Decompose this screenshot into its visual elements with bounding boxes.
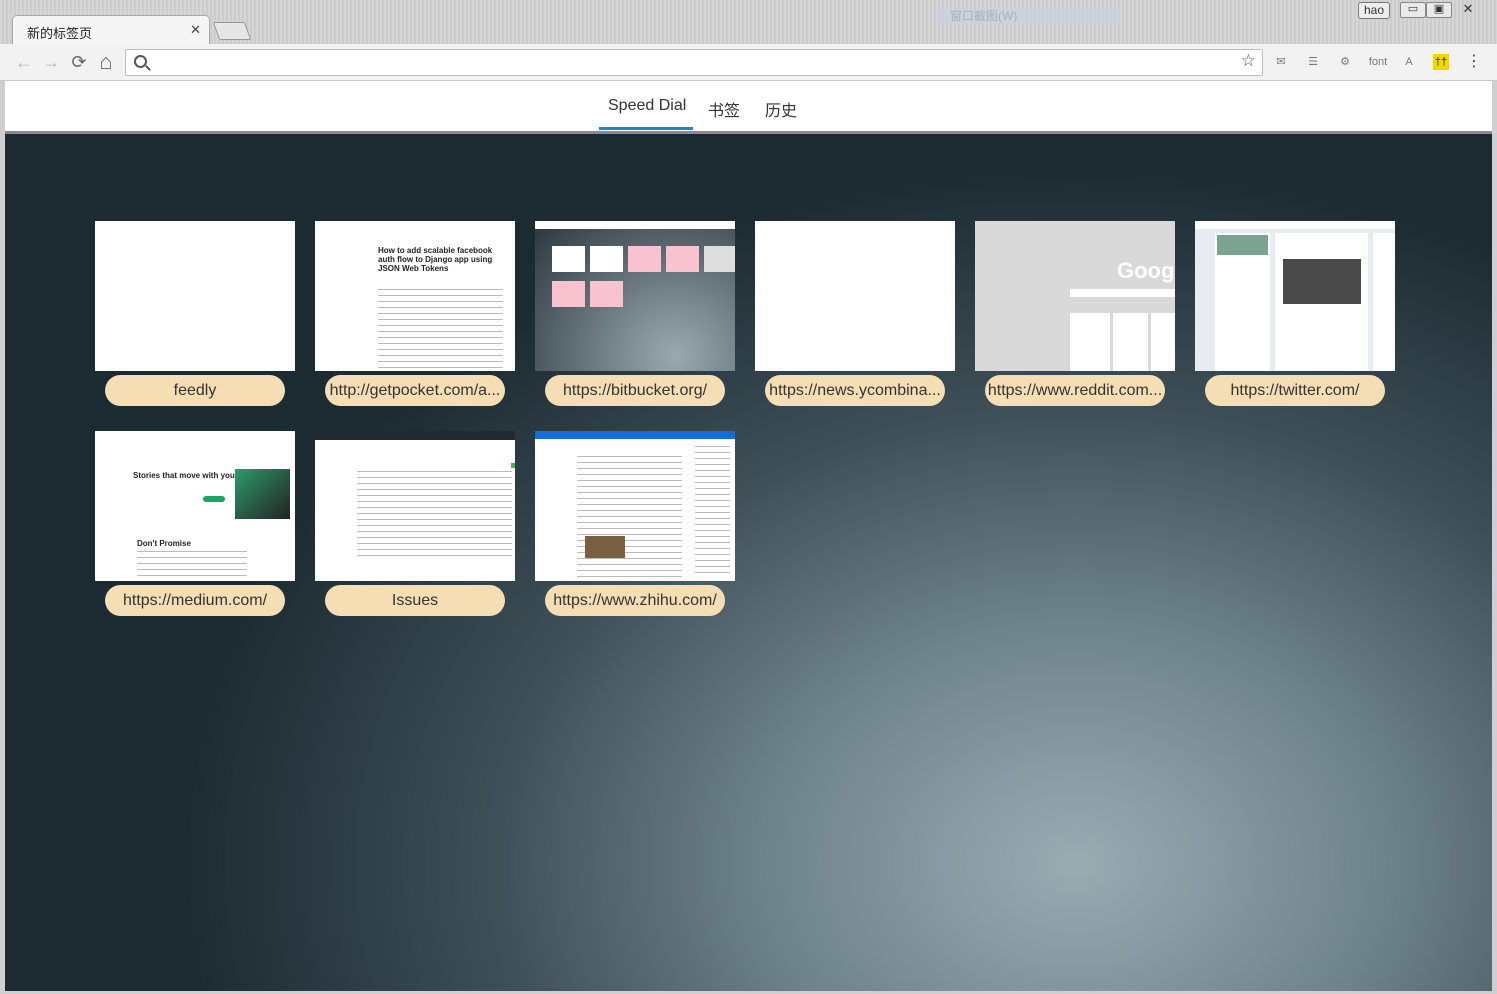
thumb-photo xyxy=(1283,259,1361,304)
address-bar[interactable]: ☆ xyxy=(125,49,1263,76)
search-icon xyxy=(134,55,147,68)
extension-mail-icon[interactable]: ✉ xyxy=(1273,54,1289,70)
new-tab-button[interactable] xyxy=(212,22,252,40)
thumb-google-logo: Googl xyxy=(1117,258,1175,283)
thumb-header xyxy=(315,431,515,440)
browser-tab[interactable]: 新的标签页 ✕ xyxy=(12,15,210,45)
dial-thumbnail[interactable]: How to add scalable facebook auth flow t… xyxy=(315,221,515,371)
dial-label[interactable]: https://twitter.com/ xyxy=(1205,375,1385,406)
dial-thumbnail[interactable] xyxy=(755,221,955,371)
thumb-issue-rows xyxy=(357,471,512,556)
thumb-header xyxy=(1195,221,1395,229)
thumb-text-lines xyxy=(137,551,247,581)
tab-title: 新的标签页 xyxy=(27,26,93,41)
browser-toolbar: ← → ⟳ ⌂ ☆ ✉ ☰ ⚙ font A †† ⋮ xyxy=(0,44,1497,81)
thumb-card xyxy=(1113,313,1148,371)
dial-thumbnail[interactable] xyxy=(535,431,735,581)
thumb-tile xyxy=(590,281,623,307)
dial-label[interactable]: Issues xyxy=(325,585,505,616)
dial-label[interactable]: https://news.ycombina... xyxy=(765,375,945,406)
tab-close-icon[interactable]: ✕ xyxy=(190,22,201,38)
bookmark-star-icon[interactable]: ☆ xyxy=(1241,51,1256,71)
dial-label[interactable]: https://medium.com/ xyxy=(105,585,285,616)
dial-label[interactable]: http://getpocket.com/a... xyxy=(325,375,505,406)
thumb-tile xyxy=(666,246,699,272)
thumb-profile-banner xyxy=(1217,235,1268,255)
dial-label[interactable]: https://www.zhihu.com/ xyxy=(545,585,725,616)
screenshot-hint: 窗口截图(W) xyxy=(940,8,1120,24)
speed-dial-nav: Speed Dial 书签 历史 xyxy=(5,81,1492,131)
thumb-feed-lines xyxy=(577,456,682,581)
thumb-new-issue-btn xyxy=(511,463,515,468)
thumb-tile xyxy=(628,246,661,272)
extension-yellow-icon[interactable]: †† xyxy=(1433,54,1449,70)
forward-button[interactable]: → xyxy=(41,52,61,73)
thumb-medium-heading: Stories that move with you. xyxy=(133,471,238,480)
minimize-button[interactable]: ▭ xyxy=(1400,2,1426,18)
dial-thumbnail[interactable] xyxy=(315,431,515,581)
close-window-button[interactable]: ✕ xyxy=(1456,2,1480,16)
reload-button[interactable]: ⟳ xyxy=(69,52,89,73)
extension-font-icon[interactable]: font xyxy=(1366,54,1390,70)
dial-thumbnail[interactable]: Googl xyxy=(975,221,1175,371)
thumb-card xyxy=(1070,313,1110,371)
tab-bookmarks[interactable]: 书签 xyxy=(708,97,740,121)
back-button[interactable]: ← xyxy=(14,52,34,73)
home-button[interactable]: ⌂ xyxy=(96,49,116,75)
thumb-sidebar xyxy=(1373,233,1395,371)
thumb-tile xyxy=(590,246,623,272)
thumb-text-lines xyxy=(378,289,503,371)
thumb-searchbox xyxy=(1070,289,1175,297)
restore-button[interactable]: ▣ xyxy=(1426,2,1452,18)
title-bar: 新的标签页 ✕ 窗口截图(W) hao ▭ ▣ ✕ xyxy=(0,0,1497,45)
extension-a-icon[interactable]: A xyxy=(1401,54,1417,70)
dial-label[interactable]: https://www.reddit.com... xyxy=(985,375,1165,406)
tab-history[interactable]: 历史 xyxy=(765,97,797,121)
dial-thumbnail[interactable] xyxy=(95,221,295,371)
menu-icon[interactable]: ⋮ xyxy=(1466,54,1482,70)
active-tab-underline xyxy=(599,127,693,130)
thumb-article-heading: How to add scalable facebook auth flow t… xyxy=(378,246,493,273)
thumb-header xyxy=(535,221,735,229)
thumb-medium-subheading: Don't Promise xyxy=(137,539,191,548)
thumb-tile xyxy=(704,246,735,272)
extension-reader-icon[interactable]: ☰ xyxy=(1305,54,1321,70)
extension-react-icon[interactable]: ⚙ xyxy=(1337,54,1353,70)
dial-label[interactable]: https://bitbucket.org/ xyxy=(545,375,725,406)
thumb-header xyxy=(535,431,735,439)
thumb-sidebar-lines xyxy=(695,446,730,576)
thumb-card xyxy=(1151,313,1175,371)
thumb-tile xyxy=(552,246,585,272)
dial-thumbnail[interactable] xyxy=(535,221,735,371)
dial-thumbnail[interactable]: Stories that move with you. Don't Promis… xyxy=(95,431,295,581)
dial-label[interactable]: feedly xyxy=(105,375,285,406)
thumb-cta xyxy=(203,496,225,502)
tab-speed-dial[interactable]: Speed Dial xyxy=(608,97,686,115)
speed-dial-background: feedly How to add scalable facebook auth… xyxy=(5,134,1492,991)
new-tab-page: Speed Dial 书签 历史 feedly How to add scala… xyxy=(5,81,1492,991)
thumb-photo xyxy=(585,536,625,558)
profile-button[interactable]: hao xyxy=(1358,2,1390,19)
thumb-app-image xyxy=(235,469,290,519)
dial-thumbnail[interactable] xyxy=(1195,221,1395,371)
thumb-tile xyxy=(552,281,585,307)
